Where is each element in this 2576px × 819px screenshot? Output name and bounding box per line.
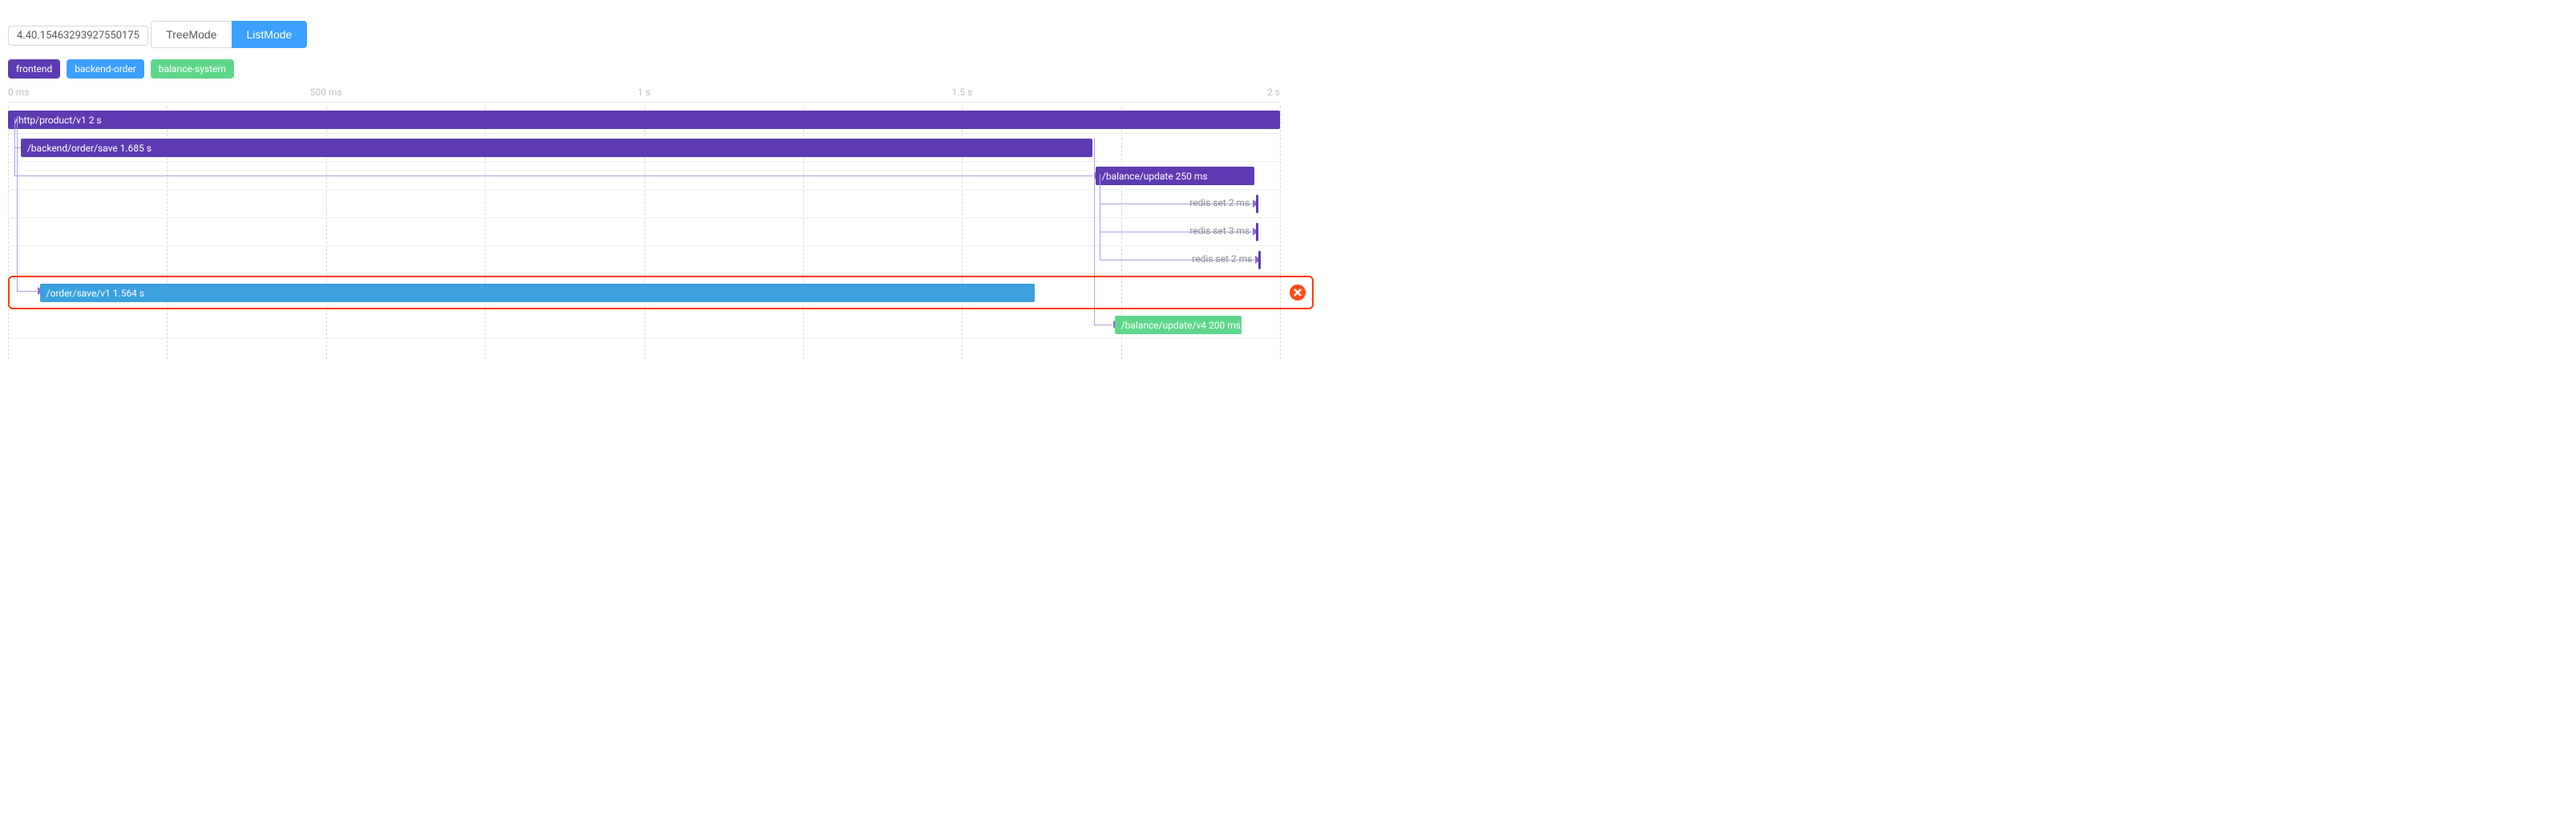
- axis-tick-2: 1 s: [638, 87, 651, 98]
- legend-backend-order[interactable]: backend-order: [67, 59, 144, 79]
- span-row: /balance/update 250 ms: [8, 162, 1280, 190]
- axis-tick-4: 2 s: [1267, 87, 1280, 98]
- span-row: /http/product/v1 2 s: [8, 106, 1280, 134]
- span-row: redis set 2 ms: [8, 190, 1280, 218]
- span-row: /order/save/v1 1.564 s: [8, 274, 1280, 311]
- span-balance-update-v4[interactable]: /balance/update/v4 200 ms: [1115, 316, 1242, 334]
- span-backend-order-save[interactable]: /backend/order/save 1.685 s: [21, 139, 1092, 157]
- error-icon[interactable]: [1290, 284, 1306, 301]
- span-row: redis set 2 ms: [8, 246, 1280, 274]
- tree-mode-button[interactable]: TreeMode: [151, 21, 231, 48]
- legend-balance-system[interactable]: balance-system: [151, 59, 234, 79]
- axis-tick-3: 1.5 s: [951, 87, 972, 98]
- span-label-redis1: redis set 2 ms: [1189, 197, 1250, 208]
- span-redis-set-3[interactable]: [1258, 251, 1261, 269]
- trace-timeline: 0 ms 500 ms 1 s 1.5 s 2 s /http/product/…: [8, 87, 1280, 359]
- span-redis-set-2[interactable]: [1256, 223, 1258, 241]
- span-balance-update[interactable]: /balance/update 250 ms: [1096, 167, 1254, 185]
- span-row: redis set 3 ms: [8, 218, 1280, 246]
- view-mode-toggle: TreeMode ListMode: [151, 21, 307, 48]
- list-mode-button[interactable]: ListMode: [232, 21, 308, 48]
- axis-tick-1: 500 ms: [310, 87, 342, 98]
- trace-id: 4.40.15463293927550175: [8, 26, 148, 46]
- span-label-redis3: redis set 2 ms: [1192, 253, 1252, 264]
- span-redis-set-1[interactable]: [1256, 195, 1258, 213]
- span-row: /backend/order/save 1.685 s: [8, 134, 1280, 162]
- span-row: /balance/update/v4 200 ms: [8, 311, 1280, 339]
- service-legend: frontend backend-order balance-system: [8, 59, 1280, 79]
- time-axis: 0 ms 500 ms 1 s 1.5 s 2 s: [8, 87, 1280, 103]
- span-order-save[interactable]: /order/save/v1 1.564 s: [40, 284, 1035, 302]
- legend-frontend[interactable]: frontend: [8, 59, 60, 79]
- span-label-redis2: redis set 3 ms: [1189, 225, 1250, 236]
- span-rows: /http/product/v1 2 s /backend/order/save…: [8, 106, 1280, 359]
- axis-tick-0: 0 ms: [8, 87, 29, 98]
- span-http-product[interactable]: /http/product/v1 2 s: [8, 111, 1280, 129]
